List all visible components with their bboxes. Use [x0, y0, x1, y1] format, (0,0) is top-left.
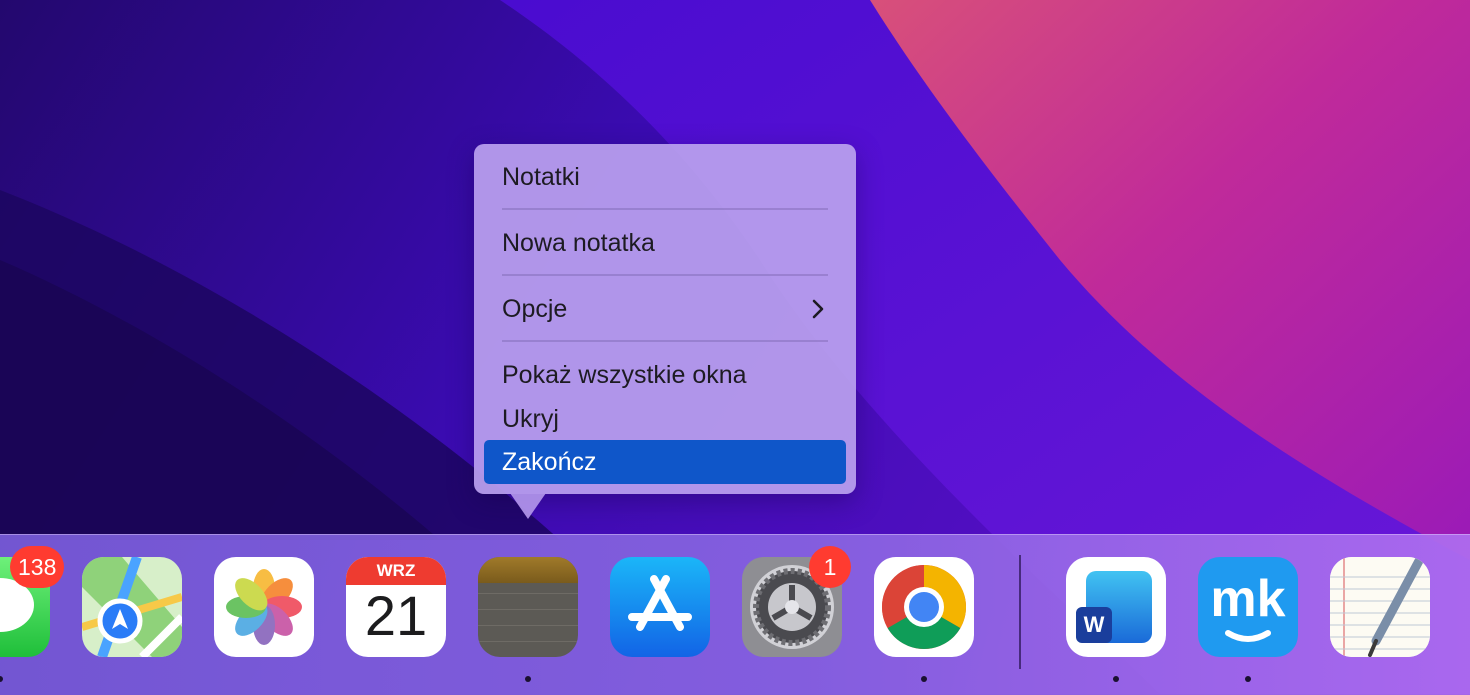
menu-item-options-label: Opcje: [502, 295, 568, 323]
system-preferences-badge: 1: [809, 546, 851, 588]
dock-context-menu: Notatki Nowa notatka Opcje Pokaż wszystk…: [474, 144, 856, 494]
textedit-app-icon[interactable]: [1330, 557, 1430, 657]
menu-item-app-title[interactable]: Notatki: [502, 157, 828, 197]
menu-item-options[interactable]: Opcje: [502, 289, 828, 329]
menu-separator: [502, 208, 828, 210]
menu-item-hide[interactable]: Ukryj: [502, 399, 828, 439]
calendar-day: 21: [364, 584, 428, 647]
menu-separator: [502, 340, 828, 342]
mk-app-icon[interactable]: mk: [1198, 557, 1298, 657]
word-letter: W: [1076, 607, 1112, 643]
dock: 138 WRZ 21 1 W mk: [0, 534, 1470, 695]
app-store-app-icon[interactable]: [610, 557, 710, 657]
chevron-right-icon: [812, 299, 824, 319]
menu-pointer: [510, 493, 546, 519]
running-indicator: [1245, 676, 1251, 682]
menu-separator: [502, 274, 828, 276]
chrome-app-icon[interactable]: [874, 557, 974, 657]
menu-item-quit[interactable]: Zakończ: [484, 440, 846, 484]
photos-app-icon[interactable]: [214, 557, 314, 657]
notes-app-icon[interactable]: [478, 557, 578, 657]
calendar-app-icon[interactable]: WRZ 21: [346, 557, 446, 657]
dock-divider: [1019, 555, 1021, 669]
word-app-icon[interactable]: W: [1066, 557, 1166, 657]
running-indicator: [1113, 676, 1119, 682]
running-indicator: [921, 676, 927, 682]
maps-app-icon[interactable]: [82, 557, 182, 657]
calendar-month: WRZ: [346, 557, 446, 585]
running-indicator: [525, 676, 531, 682]
menu-item-show-all-windows[interactable]: Pokaż wszystkie okna: [502, 355, 828, 395]
menu-item-new-note[interactable]: Nowa notatka: [502, 223, 828, 263]
messages-badge: 138: [10, 546, 65, 588]
running-indicator: [0, 676, 3, 682]
